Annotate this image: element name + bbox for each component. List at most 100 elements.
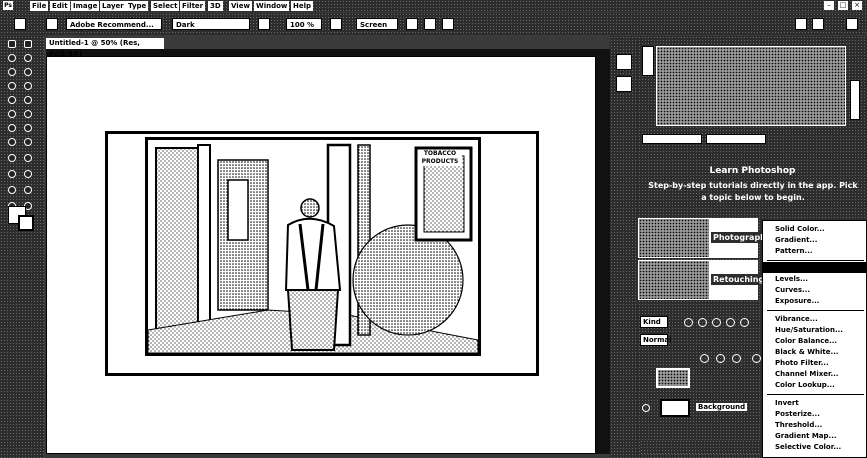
edit-toolbar-icon[interactable] bbox=[8, 186, 16, 194]
eraser-tool-icon[interactable] bbox=[8, 110, 16, 118]
search-icon[interactable] bbox=[795, 18, 807, 30]
shape-tool-icon[interactable] bbox=[24, 154, 32, 162]
menu-item-gradient-map[interactable]: Gradient Map... bbox=[775, 432, 837, 440]
eyedropper-tool-icon[interactable] bbox=[24, 68, 32, 76]
menu-item-color-balance[interactable]: Color Balance... bbox=[775, 337, 837, 345]
blend-mode-select[interactable]: Normal bbox=[640, 334, 672, 346]
menu-image[interactable]: Image bbox=[71, 1, 100, 11]
history-brush-tool-icon[interactable] bbox=[24, 96, 32, 104]
menu-item-invert[interactable]: Invert bbox=[775, 399, 799, 407]
symmetry-icon[interactable] bbox=[442, 18, 454, 30]
lasso-tool-icon[interactable] bbox=[8, 54, 16, 62]
menu-item-curves[interactable]: Curves... bbox=[775, 286, 810, 294]
layer-row-photo[interactable] bbox=[638, 366, 763, 390]
dodge-tool-icon[interactable] bbox=[24, 124, 32, 132]
minimize-icon[interactable]: – bbox=[824, 1, 834, 10]
layer-kind-filter[interactable]: Kind bbox=[640, 316, 668, 328]
layer-thumbnail bbox=[656, 368, 690, 388]
menu-item-color-lookup[interactable]: Color Lookup... bbox=[775, 381, 835, 389]
shape-filter-icon[interactable] bbox=[726, 318, 735, 327]
menu-type[interactable]: Type bbox=[126, 1, 149, 11]
type-filter-icon[interactable] bbox=[712, 318, 721, 327]
menu-item-solid-color[interactable]: Solid Color... bbox=[775, 225, 825, 233]
stamp-tool-icon[interactable] bbox=[8, 96, 16, 104]
workspace-icon[interactable] bbox=[812, 18, 824, 30]
background-color-swatch[interactable] bbox=[18, 215, 34, 231]
menu-item-levels[interactable]: Levels... bbox=[775, 275, 808, 283]
menu-item-hue-saturation[interactable]: Hue/Saturation... bbox=[775, 326, 843, 334]
menu-view[interactable]: View bbox=[229, 1, 252, 11]
menu-item-posterize[interactable]: Posterize... bbox=[775, 410, 820, 418]
menu-help[interactable]: Help bbox=[291, 1, 314, 11]
menu-item-photo-filter[interactable]: Photo Filter... bbox=[775, 359, 829, 367]
menu-item-vibrance[interactable]: Vibrance... bbox=[775, 315, 818, 323]
flow-select[interactable]: Screen bbox=[356, 18, 398, 30]
gradient-tool-icon[interactable] bbox=[24, 110, 32, 118]
crop-tool-icon[interactable] bbox=[8, 68, 16, 76]
photo-sign-line-2: PRODUCTS bbox=[421, 158, 459, 165]
brush-tool-icon[interactable] bbox=[24, 82, 32, 90]
tab-learn[interactable] bbox=[706, 134, 766, 144]
pressure-icon[interactable] bbox=[330, 18, 342, 30]
color-mode-icon[interactable] bbox=[642, 46, 654, 76]
close-icon[interactable]: × bbox=[852, 1, 862, 10]
brush-preset-select[interactable]: Adobe Recommend... bbox=[66, 18, 162, 30]
lock-position-icon[interactable] bbox=[716, 354, 725, 363]
marquee-tool-icon[interactable] bbox=[24, 40, 32, 48]
pen-tool-icon[interactable] bbox=[8, 138, 16, 146]
adjustment-filter-icon[interactable] bbox=[698, 318, 707, 327]
tutorial-card-retouching[interactable]: Retouching bbox=[638, 260, 767, 300]
layers-footer bbox=[640, 440, 760, 454]
tab-libraries[interactable] bbox=[642, 134, 702, 144]
hand-tool-icon[interactable] bbox=[8, 170, 16, 178]
menu-item-channel-mixer[interactable]: Channel Mixer... bbox=[775, 370, 838, 378]
smart-object-filter-icon[interactable] bbox=[740, 318, 749, 327]
history-panel-icon[interactable] bbox=[616, 54, 632, 70]
properties-panel-icon[interactable] bbox=[616, 76, 632, 92]
layer-row-background[interactable]: Background bbox=[638, 396, 763, 420]
path-select-tool-icon[interactable] bbox=[8, 154, 16, 162]
adjustment-layer-menu: Solid Color... Gradient... Pattern... Le… bbox=[762, 220, 867, 458]
share-icon[interactable] bbox=[846, 18, 858, 30]
lock-all-icon[interactable] bbox=[732, 354, 741, 363]
visibility-eye-icon[interactable] bbox=[642, 404, 650, 412]
move-tool-icon[interactable] bbox=[8, 40, 16, 48]
menu-item-exposure[interactable]: Exposure... bbox=[775, 297, 819, 305]
layer-name: Background bbox=[696, 403, 748, 411]
learn-title: Learn Photoshop bbox=[709, 166, 796, 176]
zoom-field[interactable]: 100 % bbox=[286, 18, 322, 30]
menu-item-pattern[interactable]: Pattern... bbox=[775, 247, 813, 255]
tool-preset-icon[interactable] bbox=[14, 18, 26, 30]
document-tab[interactable]: Untitled-1 @ 50% (Res, RGB/8#) bbox=[46, 38, 164, 58]
mode-select[interactable]: Dark bbox=[172, 18, 250, 30]
airbrush-icon[interactable] bbox=[258, 18, 270, 30]
lock-pixels-icon[interactable] bbox=[700, 354, 709, 363]
menu-filter[interactable]: Filter bbox=[180, 1, 206, 11]
brush-icon[interactable] bbox=[46, 18, 58, 30]
menu-item-threshold[interactable]: Threshold... bbox=[775, 421, 822, 429]
blur-tool-icon[interactable] bbox=[8, 124, 16, 132]
menu-3d[interactable]: 3D bbox=[208, 1, 223, 11]
zoom-tool-icon[interactable] bbox=[24, 170, 32, 178]
quick-select-tool-icon[interactable] bbox=[24, 54, 32, 62]
menu-file[interactable]: File bbox=[30, 1, 49, 11]
menu-separator bbox=[767, 310, 864, 311]
color-field[interactable] bbox=[656, 46, 846, 126]
menu-window[interactable]: Window bbox=[254, 1, 290, 11]
menu-item-selective-color[interactable]: Selective Color... bbox=[775, 443, 841, 451]
menu-edit[interactable]: Edit bbox=[50, 1, 70, 11]
menu-layer[interactable]: Layer bbox=[100, 1, 126, 11]
pixel-filter-icon[interactable] bbox=[684, 318, 693, 327]
smoothing-icon[interactable] bbox=[406, 18, 418, 30]
quick-mask-icon[interactable] bbox=[24, 186, 32, 194]
settings-icon[interactable] bbox=[424, 18, 436, 30]
tutorial-card-photography[interactable]: Photography bbox=[638, 218, 774, 258]
type-tool-icon[interactable] bbox=[24, 138, 32, 146]
menu-item-gradient[interactable]: Gradient... bbox=[775, 236, 817, 244]
healing-tool-icon[interactable] bbox=[8, 82, 16, 90]
lock-artboard-icon[interactable] bbox=[752, 354, 761, 363]
menu-item-black-white[interactable]: Black & White... bbox=[775, 348, 838, 356]
menu-select[interactable]: Select bbox=[151, 1, 180, 11]
maximize-icon[interactable]: □ bbox=[838, 1, 848, 10]
hue-slider[interactable] bbox=[850, 80, 860, 120]
